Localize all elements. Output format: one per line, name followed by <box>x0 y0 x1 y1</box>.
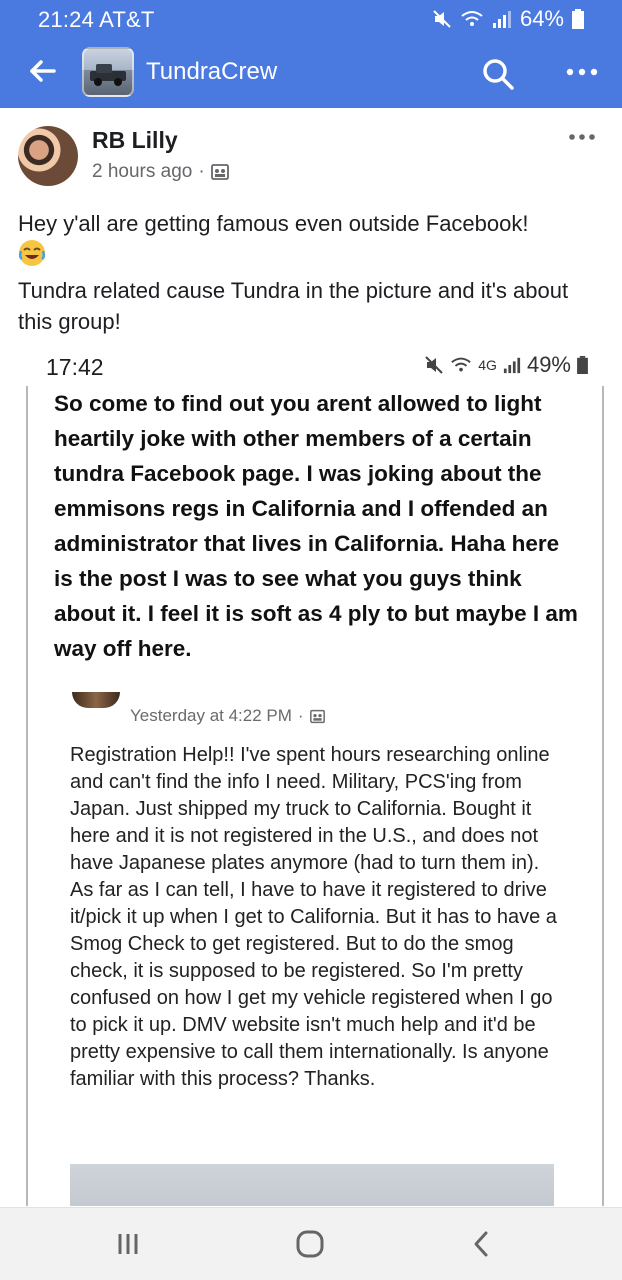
embedded-inner-post: Yesterday at 4:22 PM · Registration Help… <box>56 692 572 1206</box>
battery-icon <box>577 356 588 374</box>
top-bar: 21:24 AT&T 64% TundraCrew <box>0 0 622 108</box>
post-text-line-2: Tundra related cause Tundra in the pictu… <box>18 278 569 334</box>
embedded-body: So come to find out you arent allowed to… <box>26 386 604 1206</box>
inner-paragraph-1: Registration Help!! I've spent hours res… <box>70 744 550 874</box>
embedded-time: 17:42 <box>46 354 104 380</box>
signal-icon <box>503 357 521 374</box>
recent-apps-icon[interactable] <box>108 1228 148 1260</box>
mute-icon <box>433 10 451 28</box>
group-title[interactable]: TundraCrew <box>146 58 277 86</box>
status-icons: 64% <box>432 6 584 32</box>
wifi-icon <box>461 11 483 26</box>
post-timestamp[interactable]: 2 hours ago <box>92 161 192 183</box>
post-emoji-line <box>18 239 608 275</box>
battery-percent: 64% <box>519 6 564 31</box>
status-bar: 21:24 AT&T 64% <box>0 0 622 38</box>
truck-icon <box>90 64 126 86</box>
post-meta: 2 hours ago · <box>92 161 229 183</box>
status-time: 21:24 AT&T <box>38 7 155 32</box>
home-icon[interactable] <box>290 1228 330 1260</box>
embedded-network: 4G <box>478 357 497 373</box>
inner-post-image <box>70 1164 554 1206</box>
inner-separator-dot: · <box>297 706 304 725</box>
group-thumbnail[interactable] <box>82 47 134 97</box>
embedded-text: So come to find out you arent allowed to… <box>54 391 578 661</box>
embedded-status-bar: 17:42 4G 49% <box>18 340 608 386</box>
app-bar: TundraCrew <box>0 40 622 104</box>
signal-icon <box>492 11 511 28</box>
avatar[interactable] <box>18 126 78 186</box>
group-icon <box>210 164 229 180</box>
system-nav-bar <box>0 1207 622 1280</box>
embedded-status-icons: 4G 49% <box>424 352 588 378</box>
mute-icon <box>425 356 443 374</box>
inner-paragraph-2: As far as I can tell, I have to have it … <box>70 879 557 1090</box>
arrow-left-icon[interactable] <box>26 54 60 88</box>
post-options-icon[interactable] <box>568 130 596 144</box>
embedded-screenshot[interactable]: 17:42 4G 49% So come to find out you are… <box>18 340 608 1206</box>
battery-icon <box>572 9 584 29</box>
more-horizontal-icon[interactable] <box>564 62 600 82</box>
post-text: Hey y'all are getting famous even outsid… <box>18 208 608 337</box>
inner-avatar <box>72 692 120 708</box>
joy-emoji-icon <box>18 240 46 266</box>
post-text-line-1: Hey y'all are getting famous even outsid… <box>18 211 529 236</box>
group-icon <box>309 709 325 723</box>
meta-separator-dot: · <box>198 161 205 182</box>
search-icon[interactable] <box>480 56 516 92</box>
author-name[interactable]: RB Lilly <box>92 127 178 154</box>
inner-post-text: Registration Help!! I've spent hours res… <box>70 742 566 1093</box>
wifi-icon <box>451 357 472 372</box>
back-chevron-icon[interactable] <box>462 1228 502 1260</box>
inner-post-meta: Yesterday at 4:22 PM · <box>130 706 325 726</box>
inner-timestamp: Yesterday at 4:22 PM <box>130 706 292 725</box>
embedded-battery: 49% <box>526 352 571 377</box>
